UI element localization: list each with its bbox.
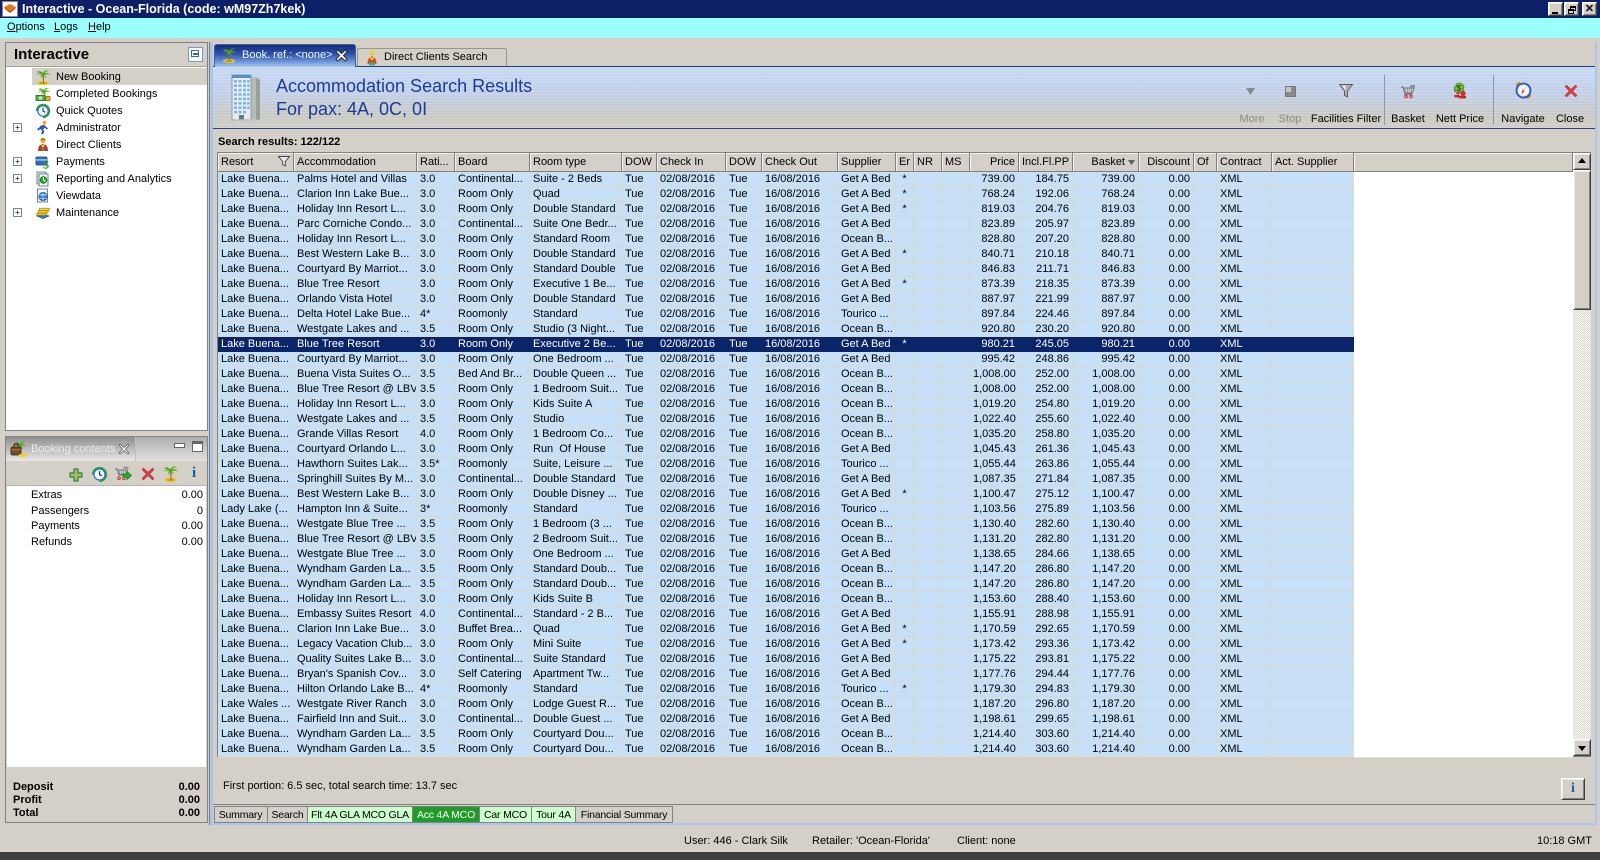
svg-text:$: $ — [43, 158, 49, 171]
svg-text:$: $ — [1457, 84, 1462, 93]
